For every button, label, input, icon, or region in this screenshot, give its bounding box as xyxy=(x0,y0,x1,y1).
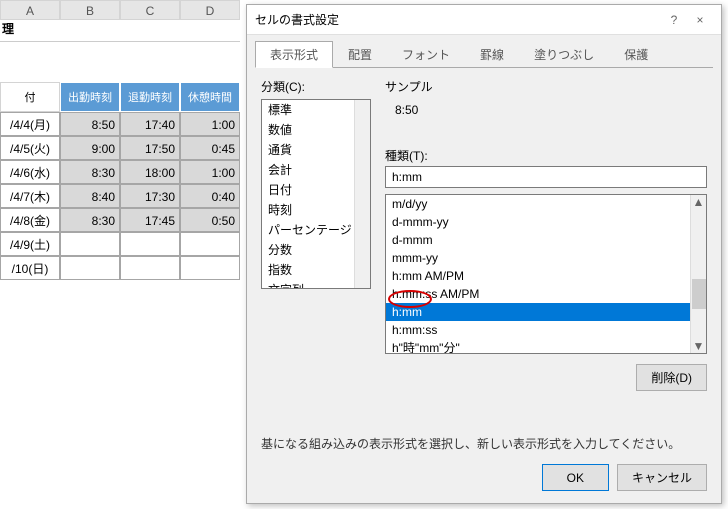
dialog-titlebar[interactable]: セルの書式設定 ? × xyxy=(247,5,721,35)
cell-date[interactable]: /4/9(土) xyxy=(0,232,60,256)
format-item[interactable]: h:mm:ss AM/PM xyxy=(386,285,706,303)
cell-time[interactable] xyxy=(120,232,180,256)
cell-time[interactable] xyxy=(60,232,120,256)
cell-time[interactable]: 17:40 xyxy=(120,112,180,136)
category-label: 分類(C): xyxy=(261,78,371,95)
scroll-up-icon[interactable]: ▲ xyxy=(693,195,705,209)
table-row: /4/7(木)8:4017:300:40 xyxy=(0,184,240,208)
format-item[interactable]: m/d/yy xyxy=(386,195,706,213)
cell-time[interactable]: 8:30 xyxy=(60,160,120,184)
type-label: 種類(T): xyxy=(385,147,707,164)
format-cells-dialog: セルの書式設定 ? × 表示形式 配置 フォント 罫線 塗りつぶし 保護 分類(… xyxy=(246,4,722,504)
header-date[interactable]: 付 xyxy=(0,82,60,112)
colhead-d[interactable]: D xyxy=(180,0,240,20)
cell-time[interactable] xyxy=(60,256,120,280)
spreadsheet: A B C D 理 付 出勤時刻 退勤時刻 休憩時間 /4/4(月)8:5017… xyxy=(0,0,240,280)
table-row: /4/9(土) xyxy=(0,232,240,256)
cell-time[interactable]: 17:50 xyxy=(120,136,180,160)
header-row: 付 出勤時刻 退勤時刻 休憩時間 xyxy=(0,82,240,112)
sample-value: 8:50 xyxy=(385,99,707,117)
cell-time[interactable]: 1:00 xyxy=(180,112,240,136)
cell-date[interactable]: /4/5(火) xyxy=(0,136,60,160)
header-in[interactable]: 出勤時刻 xyxy=(60,82,120,112)
tab-font[interactable]: フォント xyxy=(387,41,465,68)
type-input[interactable] xyxy=(385,166,707,188)
cell-time[interactable]: 17:30 xyxy=(120,184,180,208)
scroll-thumb[interactable] xyxy=(692,279,706,309)
table-row: /4/8(金)8:3017:450:50 xyxy=(0,208,240,232)
header-out[interactable]: 退勤時刻 xyxy=(120,82,180,112)
colhead-b[interactable]: B xyxy=(60,0,120,20)
table-row: /10(日) xyxy=(0,256,240,280)
hint-text: 基になる組み込みの表示形式を選択し、新しい表示形式を入力してください。 xyxy=(247,431,721,452)
dialog-title: セルの書式設定 xyxy=(255,11,661,28)
colhead-a[interactable]: A xyxy=(0,0,60,20)
cell-date[interactable]: /4/7(木) xyxy=(0,184,60,208)
cell-date[interactable]: /4/8(金) xyxy=(0,208,60,232)
format-item[interactable]: h:mm AM/PM xyxy=(386,267,706,285)
cell-time[interactable]: 1:00 xyxy=(180,160,240,184)
dialog-footer: OK キャンセル xyxy=(247,452,721,503)
cell-time[interactable] xyxy=(180,232,240,256)
cell-time[interactable]: 17:45 xyxy=(120,208,180,232)
cell-date[interactable]: /10(日) xyxy=(0,256,60,280)
column-headers: A B C D xyxy=(0,0,240,20)
tab-protection[interactable]: 保護 xyxy=(609,41,663,68)
sheet-title: 理 xyxy=(0,20,240,42)
table-row: /4/5(火)9:0017:500:45 xyxy=(0,136,240,160)
close-button[interactable]: × xyxy=(687,13,713,27)
format-item[interactable]: h"時"mm"分" xyxy=(386,339,706,354)
format-item[interactable]: mmm-yy xyxy=(386,249,706,267)
sample-box: 8:50 xyxy=(385,99,707,139)
cell-time[interactable]: 0:40 xyxy=(180,184,240,208)
cell-time[interactable] xyxy=(180,256,240,280)
format-list[interactable]: m/d/yyd-mmm-yyd-mmmmmm-yyh:mm AM/PMh:mm:… xyxy=(385,194,707,354)
table-row: /4/4(月)8:5017:401:00 xyxy=(0,112,240,136)
cell-time[interactable]: 8:40 xyxy=(60,184,120,208)
cancel-button[interactable]: キャンセル xyxy=(617,464,707,491)
delete-button[interactable]: 削除(D) xyxy=(636,364,707,391)
cell-time[interactable]: 8:30 xyxy=(60,208,120,232)
table-row: /4/6(水)8:3018:001:00 xyxy=(0,160,240,184)
tab-border[interactable]: 罫線 xyxy=(465,41,519,68)
format-scrollbar[interactable]: ▲ ▼ xyxy=(690,195,706,353)
tab-fill[interactable]: 塗りつぶし xyxy=(519,41,609,68)
tab-number-format[interactable]: 表示形式 xyxy=(255,41,333,68)
cell-date[interactable]: /4/6(水) xyxy=(0,160,60,184)
help-button[interactable]: ? xyxy=(661,13,687,27)
category-list[interactable]: 標準数値通貨会計日付時刻パーセンテージ分数指数文字列その他ユーザー定義 xyxy=(261,99,371,289)
cell-time[interactable]: 0:50 xyxy=(180,208,240,232)
cell-time[interactable]: 8:50 xyxy=(60,112,120,136)
scroll-down-icon[interactable]: ▼ xyxy=(693,339,705,353)
header-break[interactable]: 休憩時間 xyxy=(180,82,240,112)
ok-button[interactable]: OK xyxy=(542,464,609,491)
format-item[interactable]: d-mmm xyxy=(386,231,706,249)
dialog-tabs: 表示形式 配置 フォント 罫線 塗りつぶし 保護 xyxy=(247,35,721,68)
category-scrollbar[interactable] xyxy=(354,100,370,288)
cell-date[interactable]: /4/4(月) xyxy=(0,112,60,136)
tab-alignment[interactable]: 配置 xyxy=(333,41,387,68)
cell-time[interactable]: 9:00 xyxy=(60,136,120,160)
colhead-c[interactable]: C xyxy=(120,0,180,20)
format-item[interactable]: h:mm:ss xyxy=(386,321,706,339)
cell-time[interactable]: 0:45 xyxy=(180,136,240,160)
cell-time[interactable]: 18:00 xyxy=(120,160,180,184)
format-item[interactable]: d-mmm-yy xyxy=(386,213,706,231)
format-item[interactable]: h:mm xyxy=(386,303,706,321)
sample-label: サンプル xyxy=(385,78,707,95)
cell-time[interactable] xyxy=(120,256,180,280)
